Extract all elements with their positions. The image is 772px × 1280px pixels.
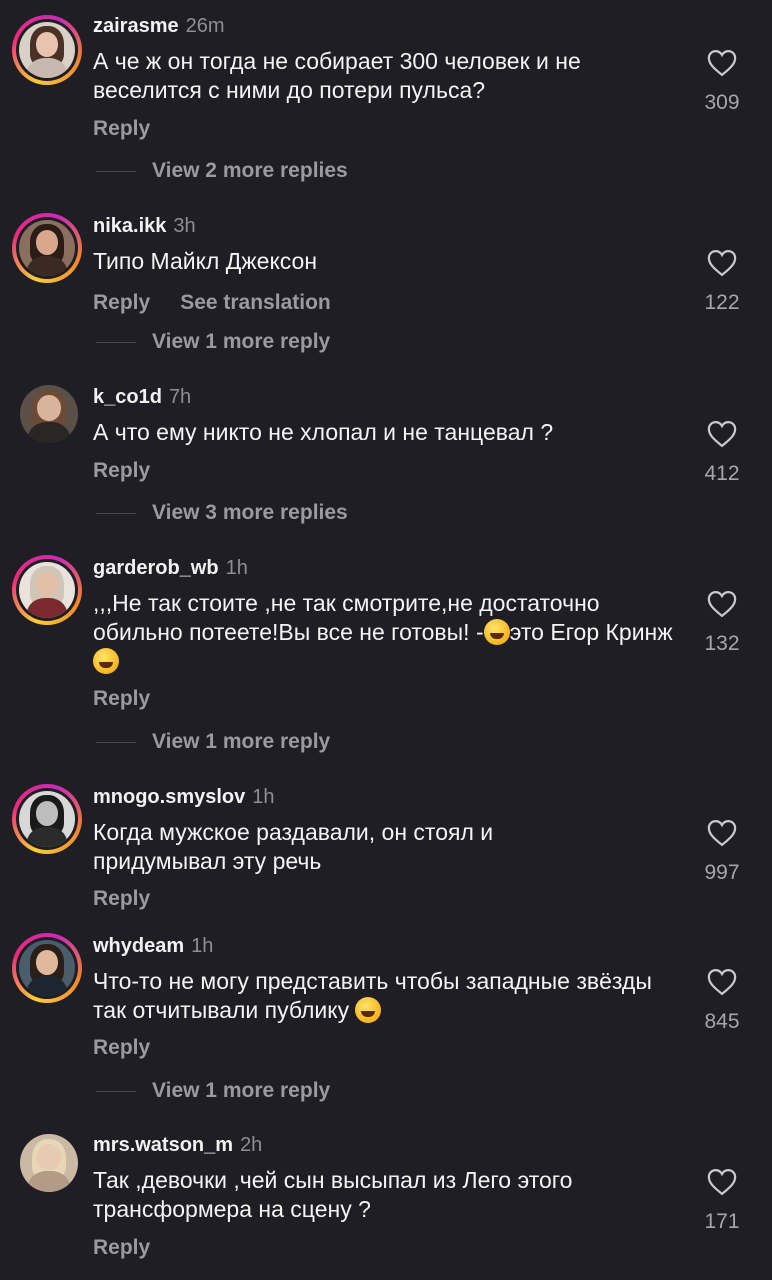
comment-time: 26m	[185, 15, 225, 37]
like-count: 132	[704, 632, 740, 655]
reply-button[interactable]: Reply	[93, 887, 150, 910]
like-button[interactable]	[700, 49, 744, 77]
reply-button[interactable]: Reply	[93, 687, 150, 710]
like-button[interactable]	[700, 819, 744, 847]
avatar[interactable]	[12, 1126, 82, 1196]
comment-text: ,,,Не так стоите ,не так смотрите,не дос…	[93, 589, 683, 676]
heart-icon	[707, 819, 737, 847]
comment-text: Типо Майкл Джексон	[93, 248, 318, 274]
reply-button[interactable]: Reply	[93, 1236, 150, 1259]
rolling-laughing-emoji-icon	[93, 648, 119, 674]
like-button[interactable]	[700, 249, 744, 277]
username[interactable]: mrs.watson_m	[93, 1134, 233, 1156]
tears-of-joy-emoji-icon	[355, 997, 382, 1023]
comment-text: Когда мужское раздавали, он стоял и прид…	[93, 819, 494, 874]
avatar[interactable]	[12, 377, 82, 447]
username[interactable]: nika.ikk	[93, 215, 166, 237]
comment-time: 1h	[191, 935, 214, 957]
view-more-replies[interactable]: View 1 more reply	[96, 329, 330, 355]
comment-time: 7h	[168, 386, 192, 408]
avatar[interactable]	[12, 213, 82, 283]
comment-text: Что-то не могу представить чтобы западны…	[93, 968, 652, 1023]
divider	[96, 341, 136, 343]
like-button[interactable]	[700, 968, 744, 996]
comment-text: А что ему никто не хлопал и не танцевал …	[93, 419, 554, 445]
reply-button[interactable]: Reply	[93, 459, 150, 482]
comment-time: 1h	[252, 786, 275, 808]
view-more-replies[interactable]: View 2 more replies	[96, 158, 348, 184]
comment-text: А че ж он тогда не собирает 300 человек …	[93, 48, 581, 103]
divider	[96, 170, 136, 172]
comment-time: 2h	[240, 1134, 263, 1156]
avatar[interactable]	[12, 555, 82, 625]
like-count: 309	[704, 91, 740, 114]
avatar[interactable]	[12, 933, 82, 1003]
heart-icon	[707, 968, 737, 996]
divider	[96, 512, 136, 514]
view-more-replies[interactable]: View 3 more replies	[96, 500, 348, 526]
heart-icon	[707, 420, 737, 448]
heart-icon	[707, 1168, 737, 1196]
reply-button[interactable]: Reply	[93, 1036, 150, 1059]
rolling-laughing-emoji-icon	[483, 619, 510, 645]
view-more-replies[interactable]: View 1 more reply	[96, 729, 330, 755]
avatar[interactable]	[12, 15, 82, 85]
heart-icon	[707, 49, 737, 77]
view-more-replies[interactable]: View 1 more reply	[96, 1078, 330, 1104]
username[interactable]: k_co1d	[93, 386, 162, 408]
divider	[96, 1090, 136, 1092]
see-translation-button[interactable]: See translation	[180, 291, 331, 314]
heart-icon	[707, 590, 737, 618]
username[interactable]: zairasme	[93, 15, 179, 37]
like-count: 997	[704, 861, 740, 884]
comment-time: 3h	[173, 215, 196, 237]
reply-button[interactable]: Reply	[93, 117, 150, 140]
like-button[interactable]	[700, 420, 744, 448]
like-button[interactable]	[700, 1168, 744, 1196]
like-button[interactable]	[700, 590, 744, 618]
avatar[interactable]	[12, 784, 82, 854]
username[interactable]: garderob_wb	[93, 557, 219, 579]
divider	[96, 741, 136, 743]
like-count: 122	[704, 291, 740, 314]
username[interactable]: whydeam	[93, 935, 184, 957]
like-count: 845	[704, 1010, 740, 1033]
like-count: 412	[704, 462, 740, 485]
heart-icon	[707, 249, 737, 277]
username[interactable]: mnogo.smyslov	[93, 786, 245, 808]
like-count: 171	[704, 1210, 740, 1233]
comment-text: Так ,девочки ,чей сын высыпал из Лего эт…	[93, 1167, 573, 1222]
comment-time: 1h	[225, 557, 248, 579]
reply-button[interactable]: Reply	[93, 291, 150, 314]
